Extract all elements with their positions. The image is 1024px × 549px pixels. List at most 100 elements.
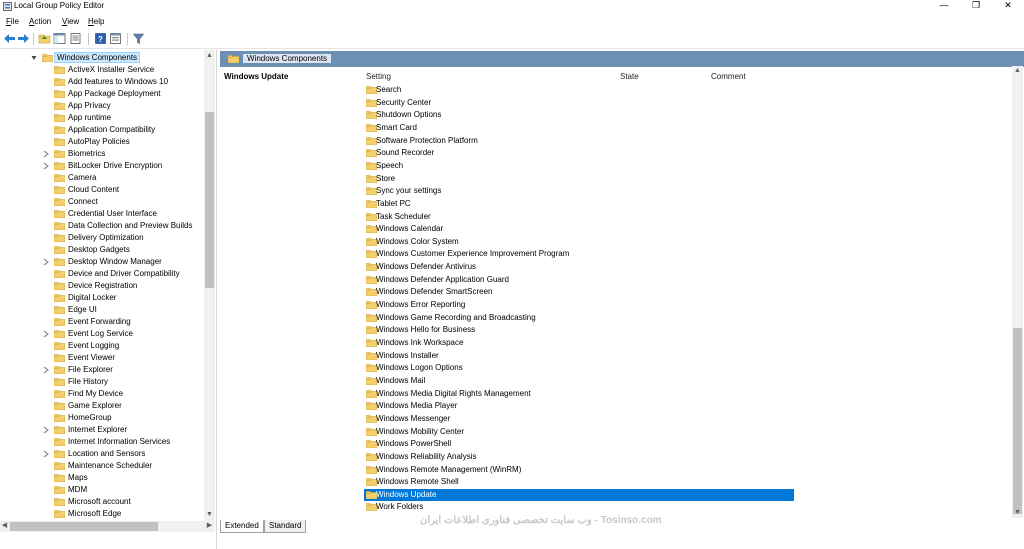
list-item[interactable]: Windows Error Reporting [364, 299, 794, 311]
details-scroll-up-icon[interactable]: ▲ [1012, 66, 1023, 76]
tree-item[interactable]: Location and Sensors [0, 448, 204, 460]
details-scroll-thumb[interactable] [1013, 328, 1022, 514]
details-scroll-down-icon[interactable]: ▼ [1012, 508, 1023, 518]
list-item[interactable]: Software Protection Platform [364, 135, 794, 147]
list-item[interactable]: Work Folders [364, 501, 794, 513]
tree-item[interactable]: ActiveX Installer Service [0, 64, 204, 76]
tree-item[interactable]: Application Compatibility [0, 124, 204, 136]
list-item[interactable]: Security Center [364, 97, 794, 109]
tree-item[interactable]: Delivery Optimization [0, 232, 204, 244]
list-item[interactable]: Task Scheduler [364, 211, 794, 223]
properties-icon[interactable] [109, 32, 122, 45]
close-button[interactable]: ✕ [994, 0, 1022, 12]
list-item[interactable]: Windows Defender Application Guard [364, 274, 794, 286]
list-item[interactable]: Search [364, 84, 794, 96]
tree-item[interactable]: Credential User Interface [0, 208, 204, 220]
list-item[interactable]: Windows PowerShell [364, 438, 794, 450]
list-item[interactable]: Tablet PC [364, 198, 794, 210]
list-item[interactable]: Windows Ink Workspace [364, 337, 794, 349]
tree-scroll-right-icon[interactable]: ▶ [205, 521, 214, 531]
tree-item[interactable]: Edge UI [0, 304, 204, 316]
list-item[interactable]: Windows Remote Management (WinRM) [364, 464, 794, 476]
list-item[interactable]: Windows Defender Antivirus [364, 261, 794, 273]
tree-scroll-down-icon[interactable]: ▼ [204, 510, 215, 520]
tree-item[interactable]: App runtime [0, 112, 204, 124]
tree-item[interactable]: Device and Driver Compatibility [0, 268, 204, 280]
chevron-right-icon[interactable] [43, 330, 49, 338]
tree-item[interactable]: Data Collection and Preview Builds [0, 220, 204, 232]
export-list-icon[interactable] [69, 32, 82, 45]
tree-item[interactable]: Event Viewer [0, 352, 204, 364]
menu-action[interactable]: Action [29, 17, 51, 26]
show-hide-console-tree-icon[interactable] [53, 32, 66, 45]
list-item[interactable]: Windows Mobility Center [364, 426, 794, 438]
tree-item[interactable]: Event Forwarding [0, 316, 204, 328]
tree-item[interactable]: Microsoft Edge [0, 508, 204, 520]
list-item[interactable]: Windows Game Recording and Broadcasting [364, 312, 794, 324]
list-item[interactable]: Windows Update [364, 488, 794, 501]
chevron-right-icon[interactable] [43, 150, 49, 158]
tree-item[interactable]: App Privacy [0, 100, 204, 112]
chevron-down-icon[interactable] [31, 54, 37, 62]
tree-item[interactable]: Maintenance Scheduler [0, 460, 204, 472]
list-item[interactable]: Windows Customer Experience Improvement … [364, 248, 794, 260]
tab-extended[interactable]: Extended [220, 520, 264, 533]
list-item[interactable]: Speech [364, 160, 794, 172]
chevron-right-icon[interactable] [43, 366, 49, 374]
tree-item[interactable]: BitLocker Drive Encryption [0, 160, 204, 172]
tree-item[interactable]: Internet Explorer [0, 424, 204, 436]
tree-item[interactable]: File History [0, 376, 204, 388]
tree-item[interactable]: Microsoft account [0, 496, 204, 508]
list-item[interactable]: Windows Logon Options [364, 362, 794, 374]
tree-item[interactable]: File Explorer [0, 364, 204, 376]
tree-item[interactable]: Find My Device [0, 388, 204, 400]
tree-item[interactable]: Event Logging [0, 340, 204, 352]
filter-icon[interactable] [132, 32, 145, 45]
tree-item[interactable]: Cloud Content [0, 184, 204, 196]
tree-item[interactable]: AutoPlay Policies [0, 136, 204, 148]
list-item[interactable]: Windows Media Digital Rights Management [364, 388, 794, 400]
tree-item[interactable]: MDM [0, 484, 204, 496]
list-item[interactable]: Windows Messenger [364, 413, 794, 425]
chevron-right-icon[interactable] [43, 426, 49, 434]
tree-item[interactable]: Connect [0, 196, 204, 208]
list-item[interactable]: Windows Hello for Business [364, 324, 794, 336]
tab-standard[interactable]: Standard [264, 520, 307, 533]
minimize-button[interactable]: — [930, 0, 958, 12]
help-icon[interactable]: ? [94, 32, 107, 45]
column-header-state[interactable]: State [620, 72, 639, 81]
tree-item[interactable]: Event Log Service [0, 328, 204, 340]
tree-item-windows-components[interactable]: Windows Components [0, 52, 204, 64]
chevron-right-icon[interactable] [43, 450, 49, 458]
tree-hscroll-thumb[interactable] [10, 522, 158, 531]
tree-scroll-left-icon[interactable]: ◀ [0, 521, 9, 531]
list-item[interactable]: Windows Defender SmartScreen [364, 286, 794, 298]
tree-item[interactable]: HomeGroup [0, 412, 204, 424]
column-header-comment[interactable]: Comment [711, 72, 746, 81]
tree-item[interactable]: Maps [0, 472, 204, 484]
tree-item[interactable]: Biometrics [0, 148, 204, 160]
list-item[interactable]: Windows Calendar [364, 223, 794, 235]
forward-arrow-icon[interactable] [17, 32, 30, 45]
tree-item[interactable]: Device Registration [0, 280, 204, 292]
list-item[interactable]: Windows Remote Shell [364, 476, 794, 488]
tree-item[interactable]: Desktop Window Manager [0, 256, 204, 268]
tree-item[interactable]: Desktop Gadgets [0, 244, 204, 256]
back-arrow-icon[interactable] [3, 32, 16, 45]
tree-scroll-thumb[interactable] [205, 112, 214, 288]
list-item[interactable]: Shutdown Options [364, 109, 794, 121]
tree-item[interactable]: Game Explorer [0, 400, 204, 412]
list-item[interactable]: Sync your settings [364, 185, 794, 197]
chevron-right-icon[interactable] [43, 258, 49, 266]
tree-item[interactable]: Add features to Windows 10 [0, 76, 204, 88]
maximize-button[interactable]: ❐ [962, 0, 990, 12]
list-item[interactable]: Store [364, 173, 794, 185]
menu-view[interactable]: View [62, 17, 79, 26]
list-item[interactable]: Windows Color System [364, 236, 794, 248]
list-item[interactable]: Windows Media Player [364, 400, 794, 412]
list-item[interactable]: Sound Recorder [364, 147, 794, 159]
list-item[interactable]: Smart Card [364, 122, 794, 134]
tree-item[interactable]: Internet Information Services [0, 436, 204, 448]
list-item[interactable]: Windows Installer [364, 350, 794, 362]
chevron-right-icon[interactable] [43, 162, 49, 170]
